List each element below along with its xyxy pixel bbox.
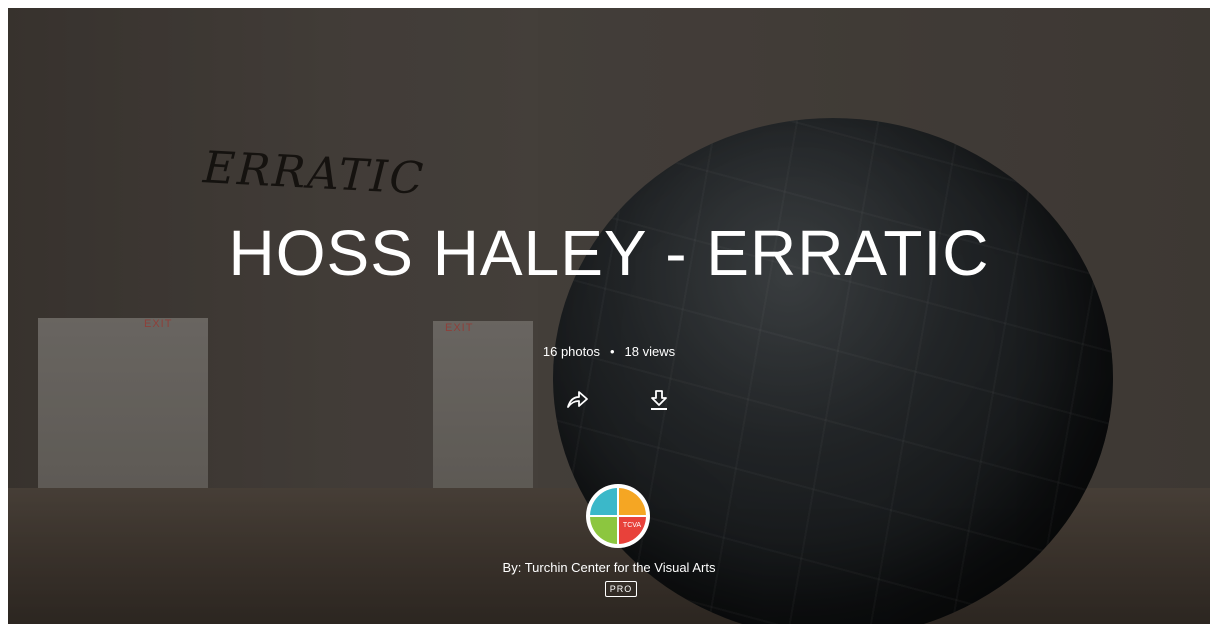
view-count: 18 views [624, 344, 676, 359]
download-icon [651, 390, 667, 410]
album-cover: EXIT EXIT ERRATIC HOSS HALEY - ERRATIC 1… [8, 8, 1210, 624]
album-stats: 16 photos • 18 views [8, 344, 1210, 359]
owner-byline[interactable]: By: Turchin Center for the Visual Arts [8, 560, 1210, 575]
share-button[interactable] [563, 386, 591, 414]
tcva-logo: TCVA [590, 488, 646, 544]
share-arrow-icon [567, 391, 588, 408]
avatar-text: TCVA [623, 522, 641, 529]
album-actions [563, 386, 673, 416]
download-button[interactable] [645, 386, 673, 414]
owner-avatar[interactable]: TCVA [586, 484, 650, 548]
photo-count: 16 photos [542, 344, 600, 359]
stats-separator: • [609, 344, 615, 359]
album-title: HOSS HALEY - ERRATIC [228, 217, 990, 289]
pro-badge: PRO [605, 581, 637, 597]
